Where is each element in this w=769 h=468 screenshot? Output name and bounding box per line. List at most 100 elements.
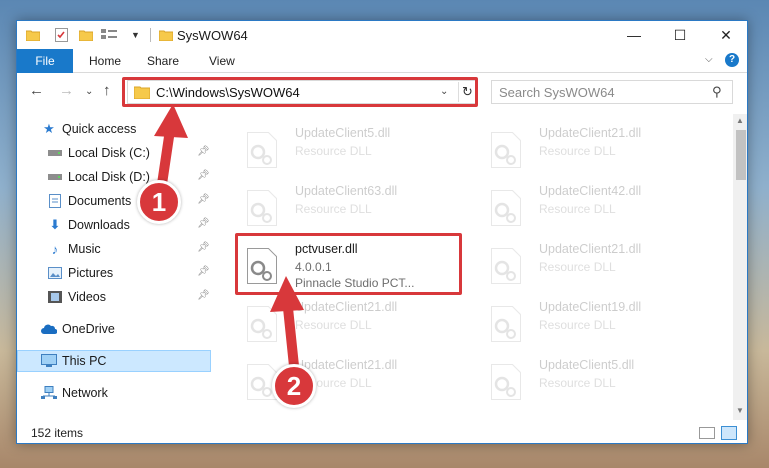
search-box[interactable]: Search SysWOW64 ⚲ [491,80,733,104]
sidebar-item-label: Pictures [68,266,114,280]
sidebar-item-onedrive[interactable]: OneDrive [17,318,211,340]
sidebar-item-label: Music [68,242,101,256]
arrow-up-icon [154,104,188,189]
sidebar-item-this-pc[interactable]: This PC [17,350,211,372]
pin-icon[interactable]: 📌︎ [197,242,210,253]
pin-icon[interactable]: 📌︎ [197,218,210,229]
dll-file-icon [491,306,521,342]
search-placeholder[interactable]: Search SysWOW64 [499,85,615,100]
drive-icon [47,169,63,185]
sidebar-item-label: Local Disk (D:) [68,170,150,184]
file-name: UpdateClient5.dll [295,126,391,140]
expand-ribbon-chevron-icon[interactable]: ⌵ [705,54,713,65]
tab-file[interactable]: File [17,49,73,73]
sidebar-item-pictures[interactable]: Pictures 📌︎ [17,262,211,284]
file-name: UpdateClient21.dll [539,242,642,256]
file-description: Resource DLL [539,376,616,390]
network-icon [41,385,57,401]
file-description: Resource DLL [539,144,616,158]
dll-file-icon [491,248,521,284]
details-view-icon[interactable] [699,427,715,439]
scroll-down-icon[interactable]: ▼ [736,406,744,415]
file-description: Resource DLL [539,260,616,274]
file-item[interactable]: UpdateClient63.dll Resource DLL [235,178,465,236]
step-badge-1: 1 [137,180,181,224]
sidebar-item-music[interactable]: ♪ Music 📌︎ [17,238,211,260]
star-icon: ★ [43,121,55,136]
maximize-button[interactable]: ☐ [657,21,703,49]
scroll-up-icon[interactable]: ▲ [736,116,744,125]
properties-icon[interactable] [101,27,117,43]
ribbon-tabs: File Home Share View ⌵ ? [17,49,747,73]
dll-file-icon [247,132,277,168]
sidebar-item-label: Documents [68,194,132,208]
tiles-view-icon[interactable] [721,426,737,440]
search-icon[interactable]: ⚲ [712,84,722,100]
recent-locations-chevron-icon[interactable]: ⌄ [85,86,93,97]
dll-file-icon [491,132,521,168]
file-description: Resource DLL [295,202,372,216]
download-icon: ⬇ [49,217,61,232]
sidebar-item-label: Quick access [62,122,137,136]
dll-file-icon [247,190,277,226]
file-description: Resource DLL [539,318,616,332]
file-item[interactable]: UpdateClient42.dll Resource DLL [479,178,709,236]
tab-share[interactable]: Share [133,49,193,73]
customize-quick-access-chevron-icon[interactable]: ▼ [131,27,140,43]
drive-icon [47,145,63,161]
step-badge-2: 2 [272,364,316,408]
music-icon: ♪ [51,241,59,257]
sidebar-item-label: Local Disk (C:) [68,146,150,160]
forward-arrow-icon[interactable]: → [59,82,74,99]
document-icon [47,193,63,209]
dll-file-icon [491,364,521,400]
dll-file-icon [491,190,521,226]
status-bar: 152 items [17,422,747,443]
pin-icon[interactable]: 📌︎ [197,194,210,205]
sidebar-item-documents[interactable]: Documents 📌︎ [17,190,211,212]
arrow-up-icon [270,276,304,371]
file-item[interactable]: UpdateClient21.dll Resource DLL [479,120,709,178]
sidebar-item-label: Videos [68,290,106,304]
properties-check-icon[interactable] [55,27,68,43]
folder-icon[interactable] [26,27,40,43]
help-icon[interactable]: ? [725,53,739,67]
window-title: SysWOW64 [177,28,248,43]
video-icon [47,289,63,305]
new-folder-icon[interactable] [79,27,93,43]
sidebar-item-network[interactable]: Network [17,382,211,404]
back-arrow-icon[interactable]: ← [29,82,44,99]
pin-icon[interactable]: 📌︎ [197,290,210,301]
tab-home[interactable]: Home [75,49,135,73]
file-description: Resource DLL [295,144,372,158]
item-count: 152 items [31,426,84,440]
file-name: UpdateClient5.dll [539,358,635,372]
file-name: UpdateClient19.dll [539,300,642,314]
sidebar-item-videos[interactable]: Videos 📌︎ [17,286,211,308]
file-item[interactable]: UpdateClient5.dll Resource DLL [235,120,465,178]
sidebar-item-label: This PC [62,354,107,368]
pin-icon[interactable]: 📌︎ [197,266,210,277]
file-item[interactable]: UpdateClient21.dll Resource DLL [479,236,709,294]
minimize-button[interactable]: — [611,21,657,49]
computer-icon [41,353,57,369]
sidebar-item-downloads[interactable]: ⬇ Downloads 📌︎ [17,214,211,236]
scroll-thumb[interactable] [736,130,746,180]
file-name: UpdateClient21.dll [539,126,642,140]
file-name: UpdateClient42.dll [539,184,642,198]
file-item[interactable]: UpdateClient5.dll Resource DLL [479,352,709,410]
vertical-scrollbar[interactable]: ▲ ▼ [733,114,747,420]
window-folder-icon [159,27,173,43]
title-divider [150,28,151,42]
sidebar-item-label: OneDrive [62,322,115,336]
close-button[interactable]: ✕ [703,21,747,49]
tab-view[interactable]: View [195,49,249,73]
up-arrow-icon[interactable]: ↑ [103,82,111,99]
cloud-icon [41,321,57,337]
file-description: Resource DLL [539,202,616,216]
file-item[interactable]: UpdateClient19.dll Resource DLL [479,294,709,352]
title-bar: ▼ SysWOW64 — ☐ ✕ [17,21,747,49]
file-name: UpdateClient63.dll [295,184,398,198]
picture-icon [47,265,63,281]
sidebar-item-label: Downloads [68,218,130,232]
